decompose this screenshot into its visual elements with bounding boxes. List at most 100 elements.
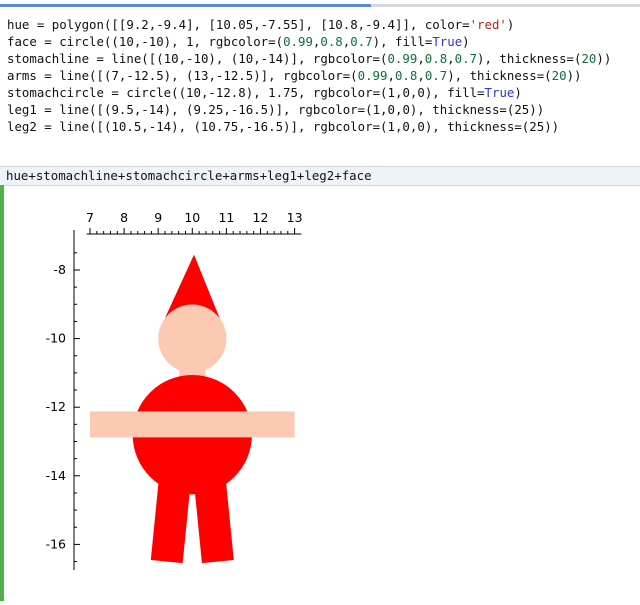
code-token: 13 [193, 68, 209, 83]
code-token: ), fill= [372, 34, 433, 49]
code-token: ,- [253, 17, 269, 32]
x-tick-label: 7 [86, 210, 94, 225]
code-token: , [387, 68, 395, 83]
cell-progress-fill [0, 4, 372, 7]
code-token: 0.7 [454, 51, 478, 66]
y-tick-label: -12 [46, 399, 66, 414]
code-token: 20 [551, 68, 567, 83]
code-token: 16.5 [253, 119, 284, 134]
code-token: 0.7 [424, 68, 448, 83]
code-token: ,- [118, 68, 134, 83]
code-token: 20 [581, 51, 597, 66]
x-tick-label: 9 [154, 210, 162, 225]
code-token: , rgbcolor=( [193, 34, 284, 49]
code-token: ), ( [171, 119, 201, 134]
code-token: 9.4 [372, 17, 395, 32]
code-token: ,- [133, 102, 149, 117]
code-token: 0 [387, 102, 395, 117]
code-line: leg2 = line([(10.5,-14), (10.75,-16.5)],… [7, 118, 559, 135]
code-token: 10.05 [215, 17, 254, 32]
code-token: 25 [529, 119, 545, 134]
cell-progress-bar [0, 4, 640, 7]
code-token: 10 [238, 51, 254, 66]
code-token: , [447, 51, 455, 66]
code-token: 1.75 [268, 85, 298, 100]
code-token: ,- [148, 17, 164, 32]
code-token: ,- [223, 102, 239, 117]
code-token: 0 [417, 119, 425, 134]
code-token: 0.99 [357, 68, 388, 83]
code-line: arms = line([(7,-12.5), (13,-12.5)], rgb… [7, 67, 581, 84]
code-token: )) [596, 51, 612, 66]
code-token: True [484, 85, 515, 100]
code-line: face = circle((10,-10), 1, rgbcolor=(0.9… [7, 33, 470, 50]
code-token: 0.99 [387, 51, 418, 66]
code-token: ), thickness=( [409, 102, 515, 117]
code-token: 0 [417, 85, 425, 100]
code-token: )], rgbcolor=( [253, 68, 358, 83]
plot-bottom-mask [4, 570, 640, 601]
input-cell[interactable]: hue+stomachline+stomachcircle+arms+leg1+… [0, 166, 640, 186]
code-token: 10 [148, 34, 164, 49]
x-tick-label: 12 [253, 210, 269, 225]
code-token: 0 [402, 119, 410, 134]
code-token: ), [245, 85, 269, 100]
code-token: ,- [141, 119, 157, 134]
code-line: stomachline = line([(10,-10), (10,-14)],… [7, 50, 611, 67]
code-token: 9.4 [163, 17, 187, 32]
code-token: ), [163, 34, 187, 49]
code-token: hue = polygon([[ [7, 17, 127, 32]
code-token: ), thickness=( [477, 51, 582, 66]
code-token: , [380, 102, 388, 117]
code-token: 0.8 [320, 34, 343, 49]
code-token: 0.8 [394, 68, 418, 83]
code-token: 12.5 [133, 68, 164, 83]
code-token: ,- [357, 17, 373, 32]
code-token: ) [514, 85, 522, 100]
code-token: ,- [238, 119, 254, 134]
code-line: hue = polygon([[9.2,-9.4], [10.05,-7.55]… [7, 16, 514, 33]
code-token: leg1 = line([( [7, 102, 112, 117]
code-token: 9.5 [111, 102, 134, 117]
code-token: 0 [402, 102, 410, 117]
leg1-line [150, 474, 192, 564]
code-token: ) [506, 17, 515, 32]
x-tick-label: 11 [218, 210, 234, 225]
code-cell[interactable]: hue = polygon([[9.2,-9.4], [10.05,-7.55]… [0, 8, 640, 167]
code-token: , rgbcolor=( [297, 85, 388, 100]
code-token: ), thickness=( [447, 68, 552, 83]
code-token: stomachcircle = circle(( [7, 85, 187, 100]
code-token: ), ( [163, 102, 194, 117]
code-line: leg1 = line([(9.5,-14), (9.25,-16.5)], r… [7, 101, 544, 118]
code-token: 10 [118, 34, 134, 49]
code-token: 0 [402, 85, 410, 100]
code-token: )], rgbcolor=( [268, 102, 373, 117]
code-token: 10 [186, 85, 201, 100]
x-tick-label: 10 [184, 210, 200, 225]
code-token: ]], color= [394, 17, 470, 32]
code-token: 0.7 [350, 34, 373, 49]
code-token: 10 [193, 51, 209, 66]
code-token: 14 [268, 51, 284, 66]
y-tick-label: -8 [54, 262, 67, 277]
code-token: 12.5 [223, 68, 254, 83]
code-token: 7.55 [268, 17, 298, 32]
code-token: face = circle(( [7, 34, 119, 49]
code-token: leg2 = line([( [7, 119, 112, 134]
code-token: ], [ [297, 17, 328, 32]
code-token: 14 [156, 119, 172, 134]
code-token: True [432, 34, 463, 49]
code-token: ), thickness=( [424, 119, 530, 134]
code-token: , [417, 68, 425, 83]
code-token: 10 [163, 51, 179, 66]
code-token: )], rgbcolor=( [283, 51, 388, 66]
code-token: ,- [200, 85, 216, 100]
input-expression[interactable]: hue+stomachline+stomachcircle+arms+leg1+… [6, 168, 372, 184]
code-token: ,- [178, 51, 194, 66]
code-token: ,- [208, 68, 224, 83]
code-token: 1 [372, 102, 381, 117]
code-token: ,- [253, 51, 269, 66]
code-token: )], rgbcolor=( [283, 119, 388, 134]
plot-output: 7 8 9 10 11 12 13 -8 -10 -12 -14 -16 [4, 185, 640, 601]
code-token: )) [544, 119, 560, 134]
